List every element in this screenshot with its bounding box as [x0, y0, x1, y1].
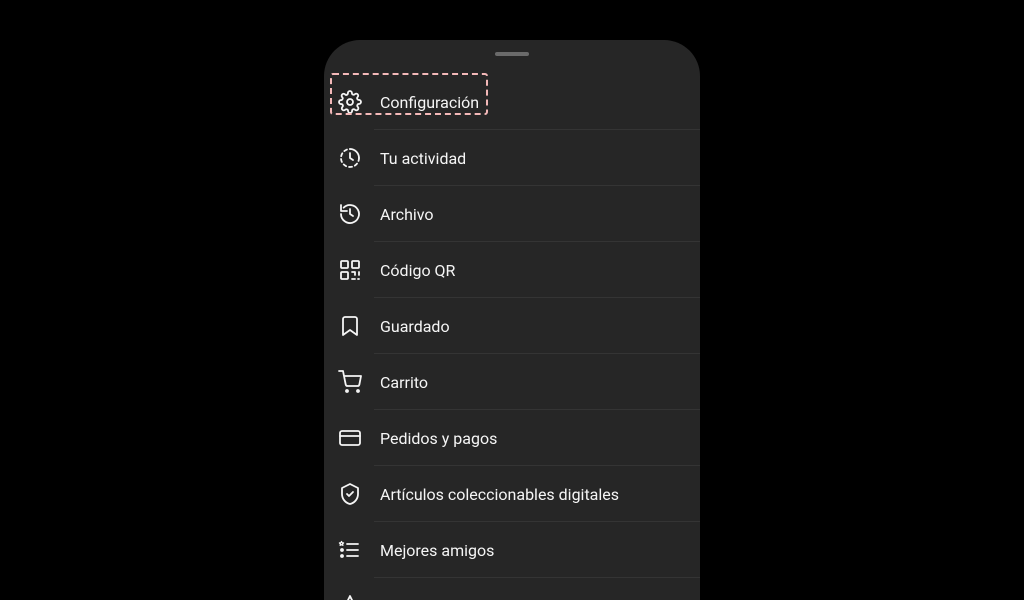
- menu-list: Configuración Tu actividad Archivo Códig…: [324, 40, 700, 600]
- bookmark-icon: [336, 312, 364, 340]
- menu-item-favoritos[interactable]: Favoritos: [324, 578, 700, 600]
- menu-item-archivo[interactable]: Archivo: [324, 186, 700, 242]
- menu-item-guardado[interactable]: Guardado: [324, 298, 700, 354]
- qr-icon: [336, 256, 364, 284]
- menu-item-pedidos[interactable]: Pedidos y pagos: [324, 410, 700, 466]
- menu-label: Archivo: [380, 205, 434, 224]
- archive-icon: [336, 200, 364, 228]
- activity-icon: [336, 144, 364, 172]
- menu-item-actividad[interactable]: Tu actividad: [324, 130, 700, 186]
- cart-icon: [336, 368, 364, 396]
- menu-label: Tu actividad: [380, 149, 466, 168]
- gear-icon: [336, 88, 364, 116]
- menu-item-mejores-amigos[interactable]: Mejores amigos: [324, 522, 700, 578]
- menu-label: Mejores amigos: [380, 541, 494, 560]
- menu-item-qr[interactable]: Código QR: [324, 242, 700, 298]
- menu-label: Pedidos y pagos: [380, 429, 497, 448]
- menu-label: Configuración: [380, 93, 479, 112]
- star-icon: [336, 592, 364, 600]
- list-star-icon: [336, 536, 364, 564]
- menu-label: Artículos coleccionables digitales: [380, 485, 619, 504]
- settings-sheet: Configuración Tu actividad Archivo Códig…: [324, 40, 700, 600]
- menu-item-carrito[interactable]: Carrito: [324, 354, 700, 410]
- menu-label: Guardado: [380, 317, 450, 336]
- badge-icon: [336, 480, 364, 508]
- menu-item-coleccionables[interactable]: Artículos coleccionables digitales: [324, 466, 700, 522]
- drag-handle[interactable]: [495, 52, 529, 56]
- menu-label: Favoritos: [380, 597, 446, 600]
- card-icon: [336, 424, 364, 452]
- menu-label: Carrito: [380, 373, 428, 392]
- menu-item-configuracion[interactable]: Configuración: [324, 74, 700, 130]
- menu-label: Código QR: [380, 261, 455, 280]
